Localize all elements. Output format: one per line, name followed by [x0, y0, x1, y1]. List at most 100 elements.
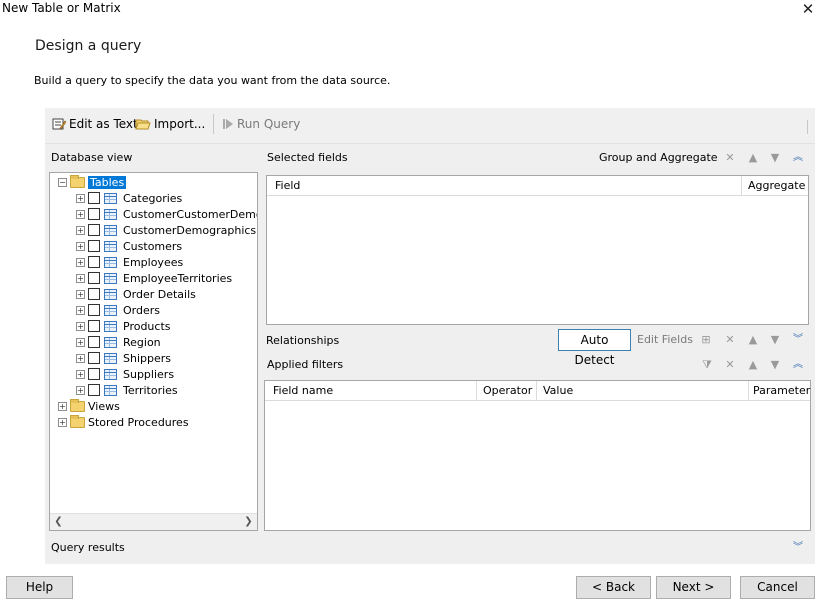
table-name: Orders [123, 303, 160, 317]
add-relationship-icon[interactable]: ⊞ [699, 333, 713, 347]
column-header-field[interactable]: Field [267, 176, 742, 196]
expand-icon[interactable]: + [58, 401, 67, 411]
column-header-parameter[interactable]: Parameter [749, 381, 810, 401]
table-name: Region [123, 335, 161, 349]
column-header-aggregate[interactable]: Aggregate [742, 176, 808, 196]
expand-section-icon[interactable]: ︾ [791, 541, 805, 555]
table-checkbox[interactable] [88, 256, 100, 268]
table-item[interactable]: + Employees [76, 254, 183, 270]
table-name: Territories [123, 383, 178, 397]
column-header-operator[interactable]: Operator [477, 381, 537, 401]
table-name: EmployeeTerritories [123, 271, 233, 285]
table-checkbox[interactable] [88, 320, 100, 332]
close-icon[interactable]: ✕ [799, 0, 817, 18]
collapse-section-icon[interactable]: ︽ [791, 358, 805, 372]
next-button[interactable]: Next > [656, 576, 731, 599]
tree-node-views[interactable]: + Views [58, 398, 120, 414]
move-down-icon[interactable]: ▼ [768, 151, 782, 165]
table-item[interactable]: + Suppliers [76, 366, 174, 382]
expand-icon[interactable]: + [76, 225, 85, 235]
table-checkbox[interactable] [88, 288, 100, 300]
table-checkbox[interactable] [88, 208, 100, 220]
open-folder-icon [135, 119, 151, 130]
table-item[interactable]: + Products [76, 318, 171, 334]
table-item[interactable]: + Orders [76, 302, 160, 318]
group-and-aggregate-button[interactable]: Group and Aggregate [599, 151, 718, 164]
table-item[interactable]: + Categories [76, 190, 182, 206]
views-node-label: Views [88, 399, 120, 413]
cancel-button[interactable]: Cancel [740, 576, 815, 599]
back-button[interactable]: < Back [576, 576, 651, 599]
column-header-value[interactable]: Value [537, 381, 749, 401]
scroll-left-icon[interactable]: ❮ [50, 514, 67, 530]
auto-detect-button[interactable]: Auto Detect [558, 329, 631, 367]
help-button[interactable]: Help [6, 576, 73, 599]
delete-icon[interactable]: ✕ [723, 151, 737, 165]
table-checkbox[interactable] [88, 304, 100, 316]
database-tree[interactable]: − Tables + Categories + CustomerCustomerDem… [49, 172, 258, 531]
page-subtitle: Build a query to specify the data you wa… [34, 74, 391, 87]
edit-as-text-button[interactable]: Edit as Text [52, 115, 138, 133]
delete-icon[interactable]: ✕ [723, 333, 737, 347]
tables-node-label: Tables [88, 175, 127, 189]
collapse-section-icon[interactable]: ︽ [791, 151, 805, 165]
run-query-button[interactable]: Run Query [222, 115, 300, 133]
expand-icon[interactable]: + [76, 273, 85, 283]
table-item[interactable]: + Customers [76, 238, 182, 254]
table-checkbox[interactable] [88, 384, 100, 396]
move-up-icon[interactable]: ▲ [746, 151, 760, 165]
table-item[interactable]: + CustomerCustomerDemo [76, 206, 257, 222]
move-down-icon[interactable]: ▼ [768, 358, 782, 372]
move-up-icon[interactable]: ▲ [746, 358, 760, 372]
edit-fields-button[interactable]: Edit Fields [637, 333, 693, 346]
expand-icon[interactable]: + [76, 337, 85, 347]
table-item[interactable]: + CustomerDemographics [76, 222, 256, 238]
table-checkbox[interactable] [88, 192, 100, 204]
expand-icon[interactable]: + [76, 305, 85, 315]
applied-filters-grid[interactable]: Field name Operator Value Parameter [264, 380, 811, 531]
move-up-icon[interactable]: ▲ [746, 333, 760, 347]
table-checkbox[interactable] [88, 224, 100, 236]
table-checkbox[interactable] [88, 368, 100, 380]
import-label: Import... [154, 117, 206, 131]
expand-icon[interactable]: + [76, 193, 85, 203]
tree-node-stored-procedures[interactable]: + Stored Procedures [58, 414, 189, 430]
add-filter-icon[interactable]: ⧩ [700, 358, 714, 372]
table-name: Customers [123, 239, 183, 253]
expand-section-icon[interactable]: ︾ [791, 333, 805, 347]
tree-horizontal-scrollbar[interactable]: ❮ ❯ [50, 513, 257, 530]
table-item[interactable]: + Territories [76, 382, 178, 398]
expand-icon[interactable]: + [76, 241, 85, 251]
table-checkbox[interactable] [88, 240, 100, 252]
table-checkbox[interactable] [88, 272, 100, 284]
query-results-label: Query results [51, 541, 125, 554]
import-button[interactable]: Import... [135, 115, 205, 133]
table-item[interactable]: + Shippers [76, 350, 171, 366]
column-header-field-name[interactable]: Field name [265, 381, 477, 401]
delete-icon[interactable]: ✕ [723, 358, 737, 372]
table-item[interactable]: + Region [76, 334, 161, 350]
stored-procedures-node-label: Stored Procedures [88, 415, 189, 429]
table-icon [104, 368, 117, 380]
selected-fields-grid[interactable]: Field Aggregate [266, 175, 809, 325]
move-down-icon[interactable]: ▼ [768, 333, 782, 347]
table-icon [104, 304, 117, 316]
expand-icon[interactable]: + [76, 353, 85, 363]
table-checkbox[interactable] [88, 352, 100, 364]
expand-icon[interactable]: + [76, 369, 85, 379]
expand-icon[interactable]: + [76, 209, 85, 219]
table-checkbox[interactable] [88, 336, 100, 348]
table-icon [104, 320, 117, 332]
tree-node-tables[interactable]: − Tables [58, 174, 127, 190]
table-item[interactable]: + Order Details [76, 286, 196, 302]
scroll-right-icon[interactable]: ❯ [240, 514, 257, 530]
run-query-label: Run Query [237, 117, 301, 131]
table-icon [104, 384, 117, 396]
expand-icon[interactable]: + [76, 385, 85, 395]
expand-icon[interactable]: + [76, 321, 85, 331]
expand-icon[interactable]: + [76, 289, 85, 299]
expand-icon[interactable]: + [58, 417, 67, 427]
expand-icon[interactable]: + [76, 257, 85, 267]
collapse-icon[interactable]: − [58, 177, 67, 187]
table-item[interactable]: + EmployeeTerritories [76, 270, 232, 286]
